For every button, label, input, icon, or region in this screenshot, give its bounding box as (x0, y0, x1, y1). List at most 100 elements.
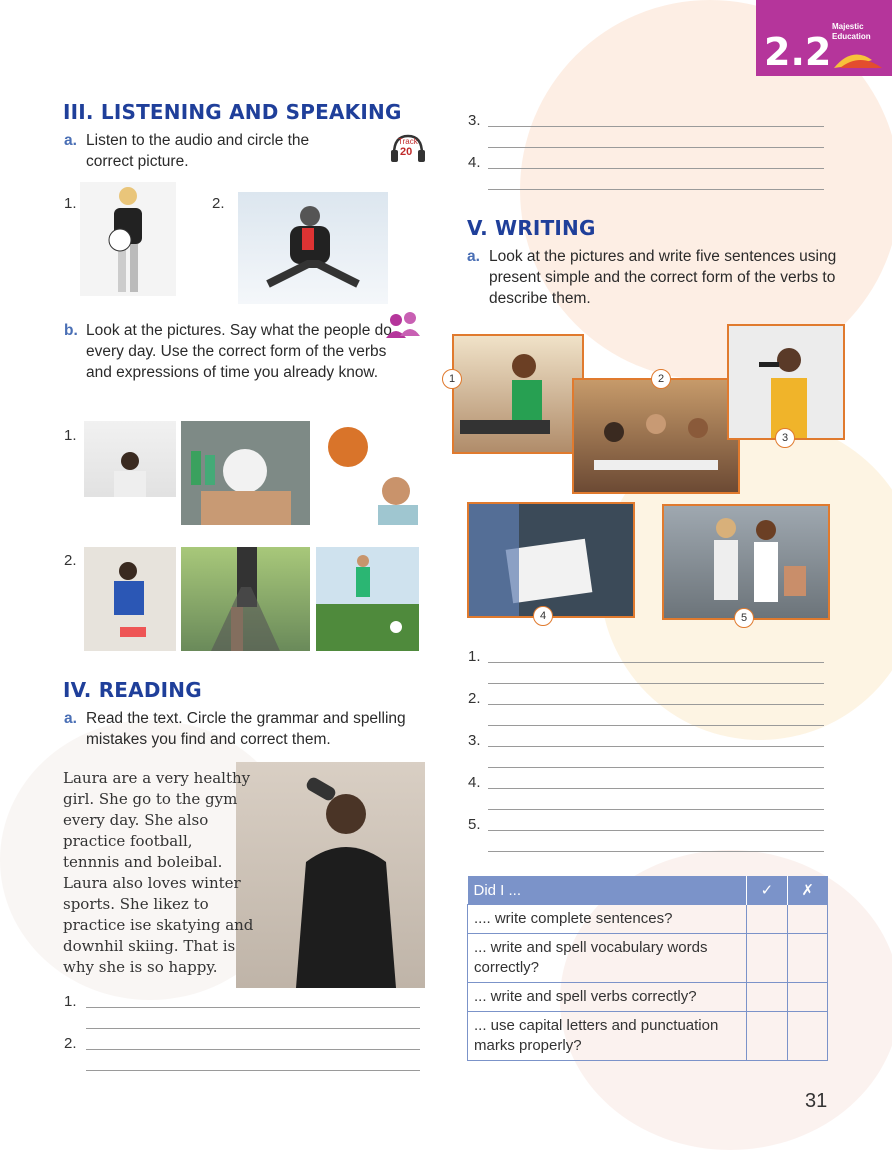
answer-number: 1. (64, 993, 77, 1010)
cross-cell[interactable] (786, 933, 829, 983)
answer-line[interactable] (488, 126, 824, 127)
page-number: 31 (805, 1090, 828, 1112)
answer-number: 4. (468, 154, 481, 171)
instruction-a: a. Read the text. Circle the grammar and… (64, 708, 434, 750)
passage-line: sports. She likez to (63, 895, 209, 913)
answer-number: 2. (468, 690, 481, 707)
passage-line: tennnis and boleibal. (63, 853, 223, 871)
lesson-number: 2.2 (764, 30, 832, 74)
passage-line: girl. She go to the gym (63, 790, 238, 808)
section-title-writing: V. WRITING (467, 216, 596, 240)
reading-passage: Laura are a very healthy girl. She go to… (63, 768, 263, 978)
checklist-item: ... use capital letters and punctuation … (466, 1011, 748, 1061)
answer-line[interactable] (488, 809, 824, 810)
check-cell[interactable] (746, 904, 788, 934)
answer-line[interactable] (86, 1007, 420, 1008)
passage-line: practice ise skatying and (63, 916, 254, 934)
answer-line[interactable] (488, 851, 824, 852)
check-column-header: ✓ (746, 876, 788, 905)
self-check-table: Did I ... ✓ ✗ .... write complete senten… (466, 876, 829, 1061)
cross-cell[interactable] (786, 1011, 829, 1061)
answer-number: 1. (468, 648, 481, 665)
checklist-item: ... write and spell vocabulary words cor… (466, 933, 748, 983)
cross-cell[interactable] (786, 904, 829, 934)
answer-line[interactable] (488, 147, 824, 148)
instruction-letter: a. (64, 710, 77, 727)
checklist-item: ... write and spell verbs correctly? (466, 982, 748, 1012)
answer-line[interactable] (86, 1070, 420, 1071)
instruction-text: Look at the pictures and write five sent… (489, 248, 837, 307)
row-number: 1. (64, 427, 77, 444)
photo-soccer-kick[interactable] (316, 547, 419, 651)
logo-text: Education (832, 32, 871, 41)
table-header: Did I ... (467, 876, 747, 905)
photo-tying-shoes[interactable] (84, 547, 176, 651)
table-row: .... write complete sentences? (466, 904, 829, 934)
lesson-badge: 2.2 Majestic Education (756, 0, 892, 76)
pair-work-icon (384, 310, 422, 340)
photo-friends-cafe[interactable] (572, 378, 740, 494)
cross-cell[interactable] (786, 982, 829, 1012)
publisher-logo: Majestic Education (832, 22, 888, 72)
answer-number: 3. (468, 112, 481, 129)
instruction-b: b. Look at the pictures. Say what the pe… (64, 320, 414, 383)
answer-line[interactable] (488, 168, 824, 169)
instruction-letter: a. (64, 132, 77, 149)
answer-number: 4. (468, 774, 481, 791)
answer-line[interactable] (488, 767, 824, 768)
check-cell[interactable] (746, 1011, 788, 1061)
picture-badge: 1 (442, 369, 462, 389)
track-headphones-icon[interactable]: Track 20 (390, 132, 426, 166)
answer-line[interactable] (488, 189, 824, 190)
picture-badge: 3 (775, 428, 795, 448)
instruction-a: a. Look at the pictures and write five s… (467, 246, 837, 309)
answer-line[interactable] (86, 1028, 420, 1029)
instruction-text: Listen to the audio and circle the corre… (86, 132, 310, 170)
photo-football-girl[interactable] (80, 182, 176, 296)
instruction-letter: b. (64, 322, 78, 339)
answer-line[interactable] (488, 788, 824, 789)
section-title-reading: IV. READING (63, 678, 202, 702)
section-title-listening: III. LISTENING AND SPEAKING (63, 100, 402, 124)
answer-line[interactable] (488, 830, 824, 831)
photo-running[interactable] (181, 547, 310, 651)
instruction-a: a. Listen to the audio and circle the co… (64, 130, 354, 172)
table-row: ... write and spell verbs correctly? (466, 982, 829, 1012)
answer-line[interactable] (488, 662, 824, 663)
table-header-row: Did I ... ✓ ✗ (467, 876, 828, 905)
passage-line: Laura also loves winter (63, 874, 241, 892)
table-row: ... write and spell vocabulary words cor… (466, 933, 829, 983)
checklist-item: .... write complete sentences? (466, 904, 748, 934)
answer-line[interactable] (86, 1049, 420, 1050)
passage-line: practice football, (63, 832, 193, 850)
logo-icon (834, 54, 882, 68)
item-number: 2. (212, 195, 225, 212)
track-number: 20 (400, 146, 413, 158)
photo-reading-magazine[interactable] (467, 502, 635, 618)
answer-number: 2. (64, 1035, 77, 1052)
instruction-letter: a. (467, 248, 480, 265)
photo-woman-drinking (236, 762, 425, 988)
passage-line: downhil skiing. That is (63, 937, 236, 955)
photo-ice-skater[interactable] (238, 192, 388, 304)
instruction-text: Look at the pictures. Say what the peopl… (86, 322, 392, 381)
photo-singing[interactable] (727, 324, 845, 440)
check-cell[interactable] (746, 982, 788, 1012)
answer-line[interactable] (488, 683, 824, 684)
row-number: 2. (64, 552, 77, 569)
photo-basketball[interactable] (318, 421, 418, 525)
passage-line: why she is so happy. (63, 958, 218, 976)
photo-cooking[interactable] (452, 334, 584, 454)
answer-line[interactable] (488, 704, 824, 705)
answer-line[interactable] (488, 725, 824, 726)
picture-badge: 2 (651, 369, 671, 389)
answer-line[interactable] (488, 746, 824, 747)
check-cell[interactable] (746, 933, 788, 983)
cross-column-header: ✗ (786, 876, 828, 905)
photo-waking-up[interactable] (84, 421, 176, 525)
passage-line: Laura are a very healthy (63, 769, 251, 787)
logo-text: Majestic (832, 22, 864, 31)
answer-number: 5. (468, 816, 481, 833)
photo-washing-hair[interactable] (181, 421, 310, 525)
photo-shopping[interactable] (662, 504, 830, 620)
